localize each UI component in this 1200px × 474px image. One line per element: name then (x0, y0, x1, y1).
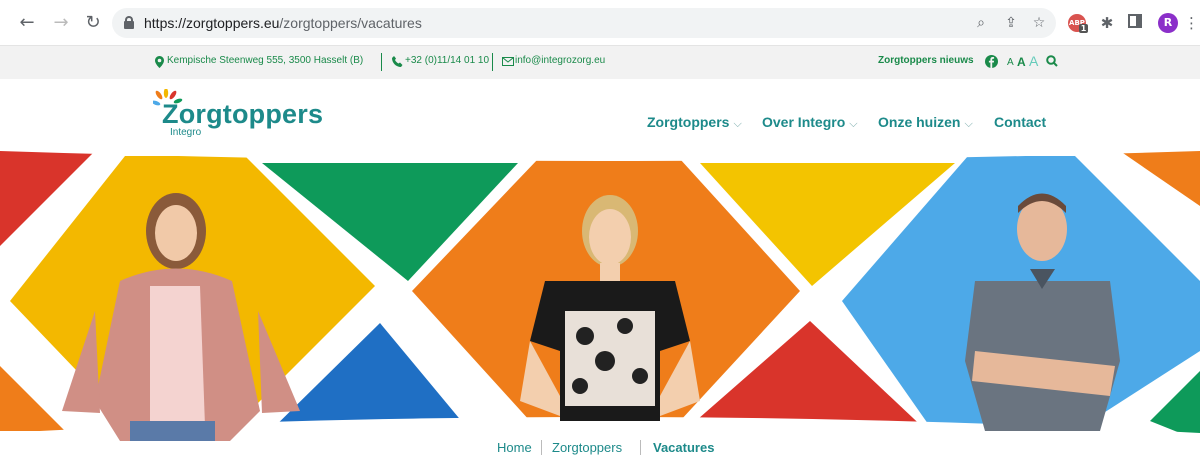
news-link[interactable]: Zorgtoppers nieuws (878, 55, 974, 66)
search-icon[interactable] (1046, 55, 1058, 67)
share-icon[interactable]: ⇪ (1002, 14, 1020, 32)
logo-subtitle: Integro (170, 127, 202, 138)
zoom-icon[interactable]: ⌕ (972, 14, 990, 32)
extensions-puzzle-icon[interactable]: ✱ (1096, 12, 1118, 34)
top-info-bar: Kempische Steenweg 555, 3500 Hasselt (B)… (0, 46, 1200, 79)
chevron-down-icon: ⌵ (733, 118, 742, 130)
menu-over-integro[interactable]: Over Integro ⌵ (762, 114, 858, 131)
divider (381, 53, 382, 71)
browser-toolbar: ← → ↻ https://zorgtoppers.eu/zorgtoppers… (0, 0, 1200, 46)
facebook-icon[interactable] (985, 55, 998, 68)
breadcrumb-zorgtoppers[interactable]: Zorgtoppers (552, 440, 622, 455)
email-link[interactable]: info@integrozorg.eu (515, 55, 605, 66)
adblock-count-badge: 1 (1079, 24, 1088, 33)
hero-banner (0, 151, 1200, 462)
bookmark-star-icon[interactable]: ☆ (1030, 14, 1048, 32)
envelope-icon (502, 57, 514, 66)
reload-icon[interactable]: ↻ (82, 12, 104, 34)
menu-onze-huizen[interactable]: Onze huizen ⌵ (878, 114, 973, 131)
menu-zorgtoppers[interactable]: Zorgtoppers ⌵ (647, 114, 742, 131)
address-bar[interactable]: https://zorgtoppers.eu/zorgtoppers/vacat… (112, 8, 1056, 38)
lock-icon[interactable] (124, 16, 134, 29)
font-size-large[interactable]: A (1029, 53, 1038, 69)
url-text[interactable]: https://zorgtoppers.eu/zorgtoppers/vacat… (144, 15, 422, 31)
phone-link[interactable]: +32 (0)11/14 01 10 (405, 55, 489, 66)
location-pin-icon (155, 56, 164, 68)
profile-avatar[interactable]: R (1158, 13, 1178, 33)
menu-contact[interactable]: Contact (994, 114, 1046, 130)
site-logo[interactable]: Zorgtoppers (162, 99, 323, 130)
font-size-small[interactable]: A (1007, 57, 1014, 68)
breadcrumb-current: Vacatures (653, 440, 715, 455)
address-text: Kempische Steenweg 555, 3500 Hasselt (B) (167, 55, 364, 66)
forward-icon[interactable]: → (50, 12, 72, 34)
site-header: Zorgtoppers Integro Zorgtoppers ⌵ Over In… (0, 79, 1200, 151)
adblock-extension-icon[interactable]: ABP 1 (1068, 14, 1088, 33)
chrome-menu-icon[interactable]: ⋮ (1184, 12, 1199, 34)
hero-artwork (0, 151, 1200, 462)
chevron-down-icon: ⌵ (849, 118, 858, 130)
side-panel-icon[interactable] (1124, 12, 1146, 34)
font-size-medium[interactable]: A (1017, 55, 1026, 69)
divider (640, 440, 641, 455)
divider (492, 53, 493, 71)
phone-icon (392, 56, 403, 67)
chevron-down-icon: ⌵ (964, 118, 973, 130)
back-icon[interactable]: ← (16, 12, 38, 34)
divider (541, 440, 542, 455)
breadcrumb-home[interactable]: Home (497, 440, 532, 455)
